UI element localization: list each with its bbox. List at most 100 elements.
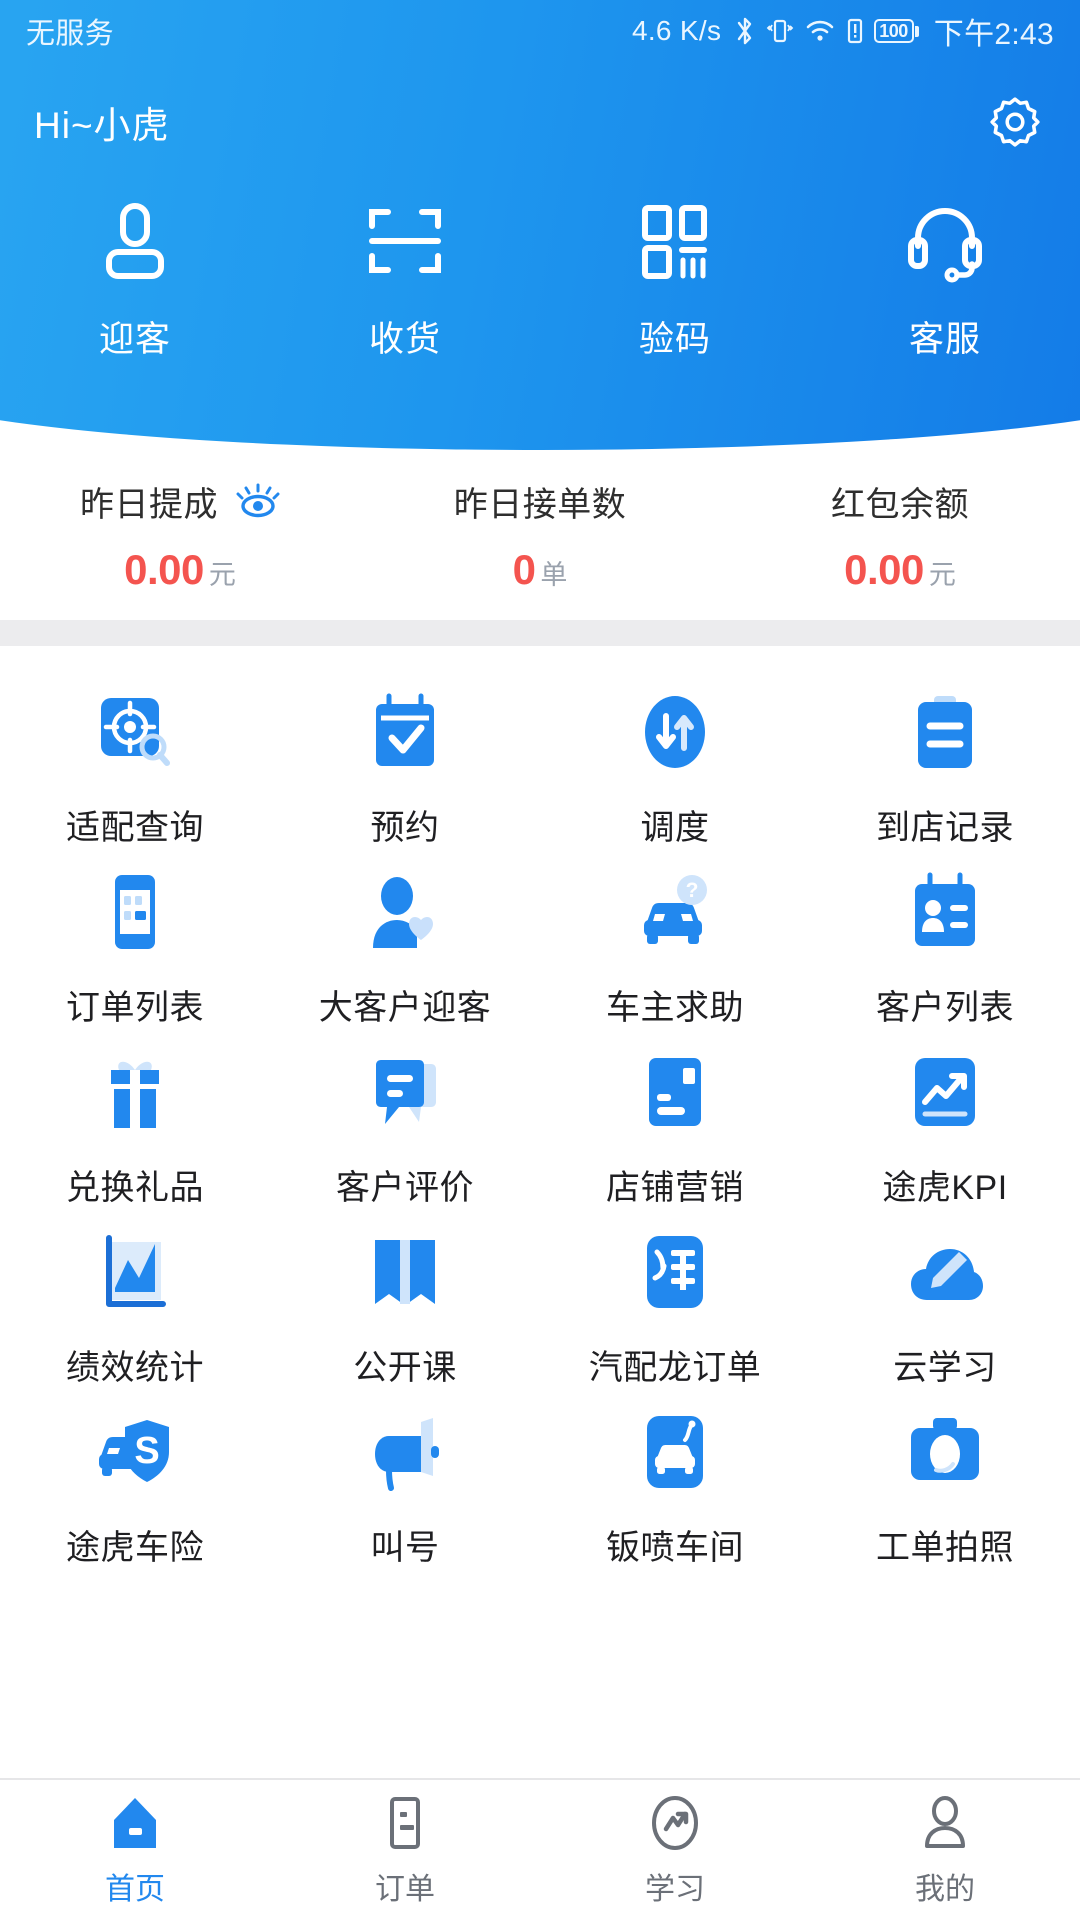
vip-person-heart-icon bbox=[361, 868, 449, 956]
quick-action-greeter[interactable]: 迎客 bbox=[0, 195, 270, 362]
nav-label: 学习 bbox=[645, 1873, 705, 1906]
network-speed-label: 4.6 K/s bbox=[631, 15, 722, 46]
nav-item-orders[interactable]: 订单 bbox=[270, 1780, 540, 1920]
order-icon bbox=[374, 1792, 436, 1854]
app-label: 汽配龙订单 bbox=[588, 1349, 762, 1387]
order-list-icon bbox=[91, 868, 179, 956]
quick-action-label: 收货 bbox=[368, 320, 441, 359]
cloud-pencil-icon bbox=[901, 1228, 989, 1316]
calendar-check-icon bbox=[361, 688, 449, 776]
app-label: 大客户迎客 bbox=[318, 989, 492, 1027]
vibrate-icon bbox=[765, 16, 795, 46]
app-label: 客户评价 bbox=[336, 1169, 474, 1207]
battery-level-label: 100 bbox=[874, 19, 914, 43]
app-store-visit-record[interactable]: 到店记录 bbox=[810, 688, 1080, 868]
quick-action-support[interactable]: 客服 bbox=[810, 195, 1080, 362]
stat-unit: 单 bbox=[540, 559, 568, 590]
stat-unit: 元 bbox=[208, 559, 236, 590]
greeting-label: Hi~小虎 bbox=[34, 105, 170, 146]
nav-item-home[interactable]: 首页 bbox=[0, 1780, 270, 1920]
open-book-icon bbox=[361, 1228, 449, 1316]
scan-frame-icon bbox=[359, 195, 451, 287]
stat-yesterday-orders[interactable]: 昨日接单数 0 单 bbox=[360, 450, 720, 620]
section-divider bbox=[0, 620, 1080, 646]
qi-parts-icon bbox=[631, 1228, 719, 1316]
app-work-order-photo[interactable]: 工单拍照 bbox=[810, 1408, 1080, 1588]
quick-action-verify-code[interactable]: 验码 bbox=[540, 195, 810, 362]
app-label: 到店记录 bbox=[876, 809, 1014, 847]
app-grid: 适配查询 预约 调度 到店记录 订单列表 大客户迎客 ? 车主求助 客户列表 兑… bbox=[0, 646, 1080, 1778]
status-bar: 无服务 4.6 K/s 100 下午2:43 bbox=[0, 0, 1080, 62]
app-header: 无服务 4.6 K/s 100 下午2:43 Hi~小虎 迎客 收货 验码 客服 bbox=[0, 0, 1080, 450]
app-label: 适配查询 bbox=[66, 809, 204, 847]
app-dispatch[interactable]: 调度 bbox=[540, 688, 810, 868]
app-open-course[interactable]: 公开课 bbox=[270, 1228, 540, 1408]
app-car-insurance[interactable]: S 途虎车险 bbox=[0, 1408, 270, 1588]
quick-action-receive[interactable]: 收货 bbox=[270, 195, 540, 362]
clipboard-icon bbox=[901, 688, 989, 776]
stat-label: 红包余额 bbox=[831, 485, 969, 524]
gear-icon bbox=[990, 97, 1040, 147]
greeter-person-icon bbox=[89, 195, 181, 287]
stat-redpacket-balance[interactable]: 红包余额 0.00 元 bbox=[720, 450, 1080, 620]
battery-icon: 100 bbox=[874, 19, 919, 43]
app-label: 公开课 bbox=[353, 1349, 457, 1387]
app-label: 调度 bbox=[640, 809, 710, 847]
app-vip-greeting[interactable]: 大客户迎客 bbox=[270, 868, 540, 1048]
clock-label: 下午2:43 bbox=[933, 18, 1054, 51]
nav-item-study[interactable]: 学习 bbox=[540, 1780, 810, 1920]
settings-button[interactable] bbox=[984, 91, 1046, 153]
app-paint-workshop[interactable]: 钣喷车间 bbox=[540, 1408, 810, 1588]
grid-row: S 途虎车险 叫号 钣喷车间 工单拍照 bbox=[0, 1408, 1080, 1588]
qr-code-icon bbox=[629, 195, 721, 287]
app-queue-call[interactable]: 叫号 bbox=[270, 1408, 540, 1588]
app-label: 钣喷车间 bbox=[606, 1529, 744, 1567]
app-appointment[interactable]: 预约 bbox=[270, 688, 540, 868]
storefront-icon bbox=[631, 1048, 719, 1136]
stats-band: 昨日提成 0.00 元 昨日接单数 0 单 红包余额 0.00 元 bbox=[0, 450, 1080, 620]
nav-label: 订单 bbox=[375, 1873, 435, 1906]
grid-row: 兑换礼品 客户评价 店铺营销 途虎KPI bbox=[0, 1048, 1080, 1228]
sim-icon bbox=[845, 16, 865, 46]
app-label: 工单拍照 bbox=[876, 1529, 1014, 1567]
app-label: 云学习 bbox=[893, 1349, 997, 1387]
app-customer-list[interactable]: 客户列表 bbox=[810, 868, 1080, 1048]
app-parts-order[interactable]: 汽配龙订单 bbox=[540, 1228, 810, 1408]
app-label: 兑换礼品 bbox=[66, 1169, 204, 1207]
nav-item-profile[interactable]: 我的 bbox=[810, 1780, 1080, 1920]
app-customer-review[interactable]: 客户评价 bbox=[270, 1048, 540, 1228]
app-fitment-query[interactable]: 适配查询 bbox=[0, 688, 270, 868]
profile-icon bbox=[914, 1792, 976, 1854]
app-label: 订单列表 bbox=[66, 989, 204, 1027]
app-label: 途虎KPI bbox=[882, 1169, 1008, 1207]
grid-row: 适配查询 预约 调度 到店记录 bbox=[0, 688, 1080, 868]
app-cloud-learning[interactable]: 云学习 bbox=[810, 1228, 1080, 1408]
stat-value: 0 bbox=[512, 545, 536, 593]
stat-yesterday-commission[interactable]: 昨日提成 0.00 元 bbox=[0, 450, 360, 620]
app-performance-stats[interactable]: 绩效统计 bbox=[0, 1228, 270, 1408]
home-icon bbox=[104, 1792, 166, 1854]
app-label: 叫号 bbox=[370, 1529, 440, 1567]
app-order-list[interactable]: 订单列表 bbox=[0, 868, 270, 1048]
svg-text:?: ? bbox=[686, 879, 699, 902]
app-redeem-gift[interactable]: 兑换礼品 bbox=[0, 1048, 270, 1228]
study-icon bbox=[644, 1792, 706, 1854]
eye-visible-icon[interactable] bbox=[236, 479, 280, 523]
app-store-marketing[interactable]: 店铺营销 bbox=[540, 1048, 810, 1228]
app-label: 店铺营销 bbox=[606, 1169, 744, 1207]
app-label: 途虎车险 bbox=[66, 1529, 204, 1567]
trend-chart-icon bbox=[901, 1048, 989, 1136]
stat-value: 0.00 bbox=[844, 545, 924, 593]
bottom-navigation: 首页 订单 学习 我的 bbox=[0, 1778, 1080, 1920]
carrier-label: 无服务 bbox=[26, 18, 114, 50]
app-label: 客户列表 bbox=[876, 989, 1014, 1027]
performance-chart-icon bbox=[91, 1228, 179, 1316]
paint-workshop-icon bbox=[631, 1408, 719, 1496]
app-owner-help[interactable]: ? 车主求助 bbox=[540, 868, 810, 1048]
nav-label: 首页 bbox=[105, 1873, 165, 1906]
stat-label: 昨日接单数 bbox=[453, 485, 627, 524]
headset-icon bbox=[899, 195, 991, 287]
quick-action-label: 验码 bbox=[638, 320, 711, 359]
app-tuhu-kpi[interactable]: 途虎KPI bbox=[810, 1048, 1080, 1228]
stat-unit: 元 bbox=[928, 559, 956, 590]
